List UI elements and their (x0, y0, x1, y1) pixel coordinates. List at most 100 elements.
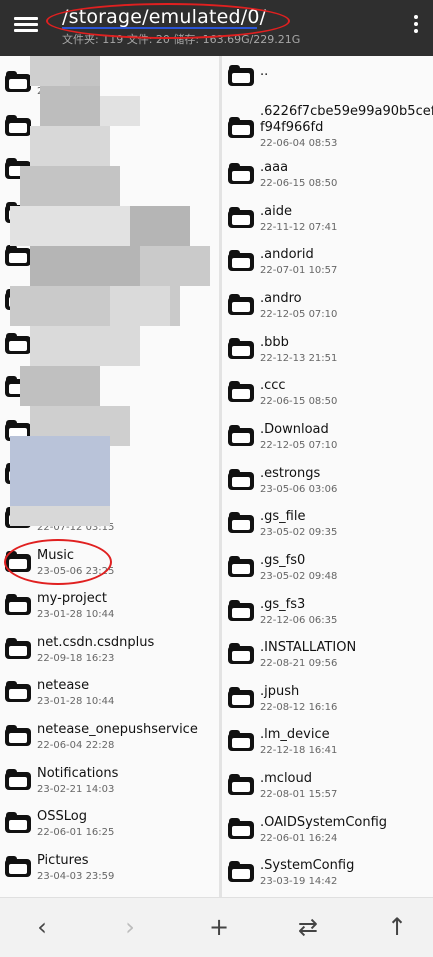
folder-name: .gs_fs3 (260, 596, 306, 612)
folder-icon (5, 811, 31, 834)
folder-icon (228, 380, 254, 403)
folder-date: 22-06-04 08:53 (260, 138, 338, 149)
folder-name: OSSLog (37, 809, 87, 825)
folder-row[interactable]: .OAIDSystemConfig 22-06-01 16:24 (222, 811, 433, 854)
folder-row[interactable]: .Download 22-12-05 07:10 (222, 418, 433, 461)
folder-row[interactable]: Pictures 23-04-03 23:59 (0, 849, 219, 892)
folder-date: 22-06-01 16:24 (260, 832, 338, 844)
folder-icon (228, 249, 254, 272)
annotation-circle-music (4, 539, 112, 585)
folder-icon (5, 768, 31, 790)
blur-tile (20, 366, 100, 406)
folder-row[interactable]: .gs_file 23-05-02 09:35 (222, 505, 433, 548)
folder-row[interactable]: netease_onepushservice 22-06-04 22:28 (0, 718, 219, 761)
folder-icon (5, 855, 31, 877)
folder-name: .aide (260, 203, 292, 219)
folder-date: 23-05-02 09:48 (260, 570, 338, 582)
folder-icon (228, 773, 254, 796)
folder-row[interactable]: .andorid 22-07-01 10:57 (222, 243, 433, 286)
folder-name: my-project (37, 591, 107, 607)
folder-date: 23-05-02 09:35 (260, 527, 338, 539)
folder-row[interactable]: .SystemConfig 23-03-19 14:42 (222, 854, 433, 897)
folder-name: .SystemConfig (260, 858, 355, 874)
blur-tile (20, 166, 120, 206)
more-options-icon[interactable] (413, 15, 419, 37)
folder-row[interactable]: Notifications 23-02-21 14:03 (0, 762, 219, 805)
folder-row[interactable]: .gs_fs3 22-12-06 06:35 (222, 593, 433, 636)
back-icon[interactable]: ‹ (27, 912, 57, 942)
folder-icon (228, 817, 254, 839)
folder-name: .jpush (260, 683, 300, 699)
blur-tile (40, 86, 100, 126)
folder-row[interactable]: netease 23-01-28 10:44 (0, 674, 219, 717)
blur-tile (30, 326, 140, 366)
folder-row[interactable]: .ccc 22-06-15 08:50 (222, 374, 433, 417)
folder-name: .bbb (260, 334, 289, 350)
folder-name: netease (37, 678, 90, 694)
folder-row[interactable]: .INSTALLATION 22-08-21 09:56 (222, 636, 433, 679)
folder-icon (5, 680, 31, 703)
folder-date: 22-07-01 10:57 (260, 265, 338, 277)
bottom-navigation: ‹ › + ⇄ ↑ (0, 897, 433, 957)
folder-date: 23-01-28 10:44 (37, 609, 115, 621)
folder-date: 22-08-01 15:57 (260, 789, 338, 801)
folder-icon (5, 593, 31, 616)
folder-icon (228, 468, 254, 490)
folder-name: Pictures (37, 852, 89, 868)
folder-icon (228, 162, 254, 184)
up-directory-icon[interactable]: ↑ (382, 912, 412, 942)
folder-row[interactable]: .estrongs 23-05-06 03:06 (222, 462, 433, 505)
folder-icon (228, 642, 254, 665)
blur-tile (30, 56, 70, 86)
folder-date: 22-08-21 09:56 (260, 658, 338, 670)
left-pane: 2316:41322-07-12 03:15Music23-05-06 23:2… (0, 56, 219, 897)
folder-date: 22-12-18 16:41 (260, 745, 338, 757)
folder-row[interactable]: .lm_device 22-12-18 16:41 (222, 723, 433, 766)
folder-row[interactable]: .andro 22-12-05 07:10 (222, 287, 433, 330)
folder-name: .gs_fs0 (260, 552, 306, 568)
folder-date: 22-08-12 16:16 (260, 701, 338, 713)
folder-icon (228, 555, 254, 577)
folder-row[interactable]: my-project 23-01-28 10:44 (0, 587, 219, 630)
folder-name: .Download (260, 421, 329, 437)
menu-icon[interactable] (14, 14, 38, 36)
parent-folder-row[interactable]: .. (222, 56, 433, 99)
folder-row[interactable]: OSSLog 22-06-01 16:25 (0, 805, 219, 848)
privacy-blur (10, 56, 219, 526)
blur-tile (140, 246, 210, 286)
folder-row[interactable]: .mcloud 22-08-01 15:57 (222, 767, 433, 810)
folder-icon (228, 293, 254, 315)
blur-tile (10, 206, 130, 246)
add-icon[interactable]: + (204, 912, 234, 942)
folder-icon (228, 686, 254, 708)
folder-row[interactable]: .gs_fs0 23-05-02 09:48 (222, 549, 433, 592)
forward-icon[interactable]: › (115, 912, 145, 942)
folder-name: .andro (260, 290, 302, 306)
folder-name: .6226f7cbe59e99a90b5cef6 (260, 104, 433, 119)
folder-name: .ccc (260, 378, 286, 394)
folder-name: .estrongs (260, 465, 321, 481)
blur-tile (10, 436, 110, 506)
folder-row[interactable]: .bbb 22-12-13 21:51 (222, 331, 433, 374)
folder-date: 22-06-04 22:28 (37, 740, 115, 751)
folder-row[interactable]: .jpush 22-08-12 16:16 (222, 680, 433, 723)
blur-tile (130, 206, 190, 246)
folder-date: 22-06-01 16:25 (37, 827, 115, 839)
right-pane: .. .6226f7cbe59e99a90b5cef6 f94f966fd 22… (222, 56, 433, 897)
folder-name: .INSTALLATION (260, 640, 357, 656)
folder-name: .mcloud (260, 771, 312, 787)
folder-icon (228, 729, 254, 752)
folder-date: 23-04-03 23:59 (37, 870, 115, 882)
folder-row[interactable]: .aide 22-11-12 07:41 (222, 200, 433, 243)
folder-date: 23-03-19 14:42 (260, 876, 338, 888)
swap-panes-icon[interactable]: ⇄ (293, 912, 323, 942)
folder-row[interactable]: .aaa 22-06-15 08:50 (222, 156, 433, 199)
folder-date: 22-12-13 21:51 (260, 352, 338, 364)
folder-date: 23-02-21 14:03 (37, 783, 115, 795)
folder-row[interactable]: net.csdn.csdnplus 22-09-18 16:23 (0, 631, 219, 674)
blur-tile (30, 126, 110, 166)
folder-row[interactable]: .6226f7cbe59e99a90b5cef6 f94f966fd 22-06… (222, 100, 433, 156)
folder-name: .OAIDSystemConfig (260, 814, 388, 830)
blur-tile (70, 56, 100, 86)
folder-name: Notifications (37, 765, 119, 781)
